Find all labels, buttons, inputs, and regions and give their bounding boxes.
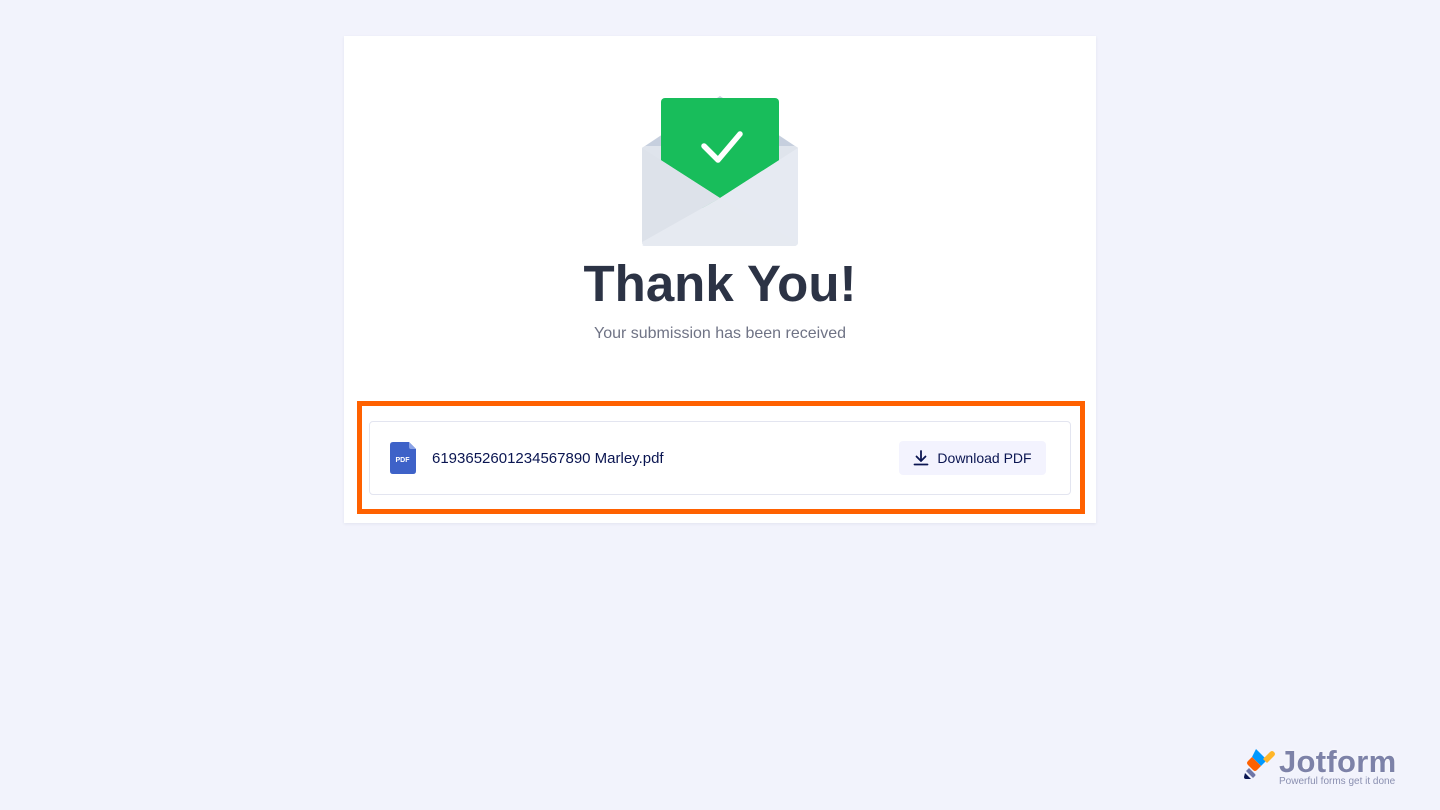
thank-you-card: Thank You! Your submission has been rece… <box>344 36 1096 523</box>
attachment-file-name: 6193652601234567890 Marley.pdf <box>432 450 664 467</box>
submission-subtitle: Your submission has been received <box>593 325 846 342</box>
download-icon <box>914 450 929 466</box>
brand-tagline: Powerful forms get it done <box>1279 776 1396 787</box>
envelope-check-icon <box>642 96 798 246</box>
jotform-branding[interactable]: Jotform Powerful forms get it done <box>1243 745 1408 790</box>
jotform-logo-icon <box>1244 749 1275 779</box>
pdf-badge-text: PDF <box>396 457 411 464</box>
pdf-file-icon: PDF <box>390 442 416 474</box>
download-pdf-label: Download PDF <box>937 450 1032 466</box>
brand-name: Jotform <box>1279 744 1397 779</box>
page-title: Thank You! <box>583 255 857 312</box>
download-pdf-button[interactable]: Download PDF <box>899 441 1046 475</box>
attachment-row: PDF 6193652601234567890 Marley.pdf Downl… <box>369 421 1071 495</box>
